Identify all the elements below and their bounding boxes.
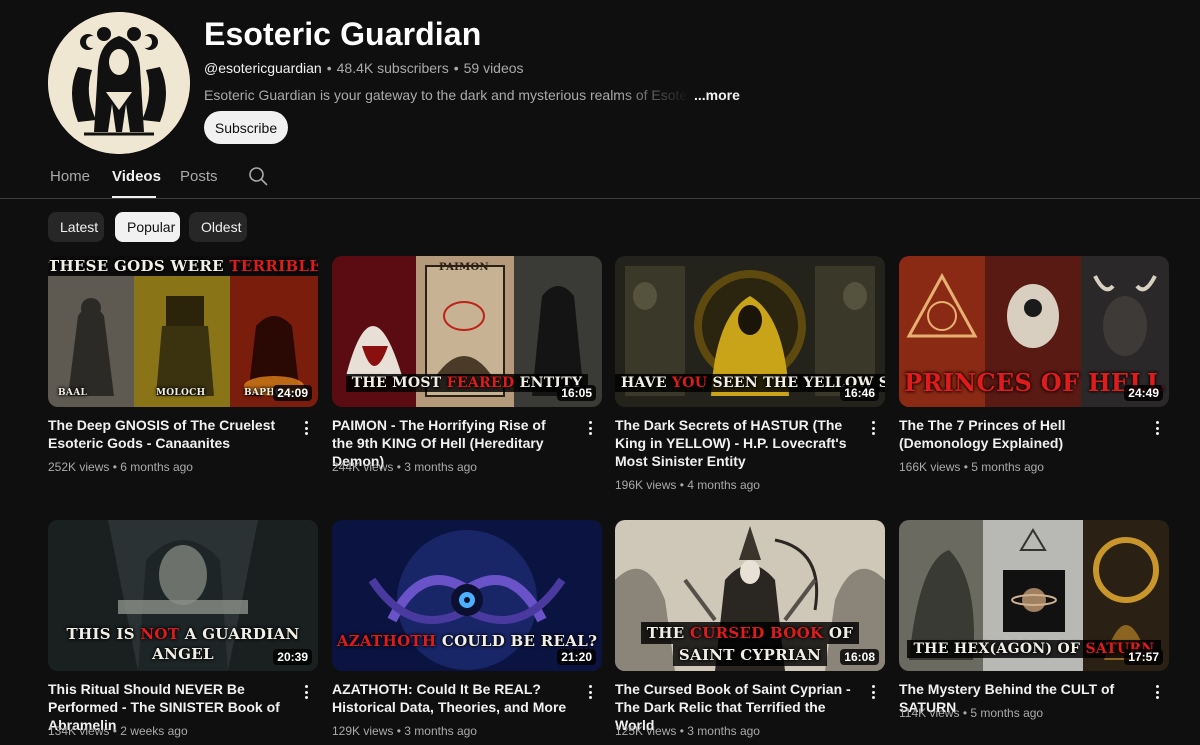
video-card[interactable]: THE CURSED BOOK OF SAINT CYPRIAN 16:08 T… xyxy=(615,520,885,738)
upload-age: 5 months ago xyxy=(970,706,1044,720)
thumbnail-label: BAAL xyxy=(58,388,88,398)
video-thumbnail[interactable]: THE CURSED BOOK OF SAINT CYPRIAN 16:08 xyxy=(615,520,885,671)
more-vert-icon[interactable] xyxy=(865,419,881,437)
more-vert-icon[interactable] xyxy=(1149,419,1165,437)
meta-separator: • xyxy=(396,724,401,738)
video-thumbnail[interactable]: PRINCES OF HELL 24:49 xyxy=(899,256,1169,407)
hooded-figure-logo-icon xyxy=(48,12,190,154)
video-meta: 129K views • 3 months ago xyxy=(332,724,477,738)
tab-videos[interactable]: Videos xyxy=(112,168,161,185)
upload-age: 3 months ago xyxy=(404,724,477,738)
video-duration: 24:09 xyxy=(273,385,312,401)
video-duration: 24:49 xyxy=(1124,385,1163,401)
video-meta: 114K views • 5 months ago xyxy=(899,706,1043,720)
active-tab-indicator xyxy=(112,196,156,198)
more-vert-icon[interactable] xyxy=(582,683,598,701)
channel-avatar xyxy=(48,12,190,154)
meta-separator: • xyxy=(962,706,968,720)
video-title[interactable]: The Dark Secrets of HASTUR (The King in … xyxy=(615,416,851,470)
filter-chip-oldest[interactable]: Oldest xyxy=(189,212,247,242)
video-card[interactable]: PRINCES OF HELL 24:49 The The 7 Princes … xyxy=(899,256,1169,474)
tab-home[interactable]: Home xyxy=(50,168,90,185)
video-title[interactable]: AZATHOTH: Could It Be REAL? Historical D… xyxy=(332,680,568,716)
upload-age: 6 months ago xyxy=(120,460,193,474)
thumbnail-caption: THESE GODS WERE TERRIBLE xyxy=(48,257,318,275)
video-duration: 16:05 xyxy=(557,385,596,401)
filter-chip-latest[interactable]: Latest xyxy=(48,212,104,242)
video-duration: 20:39 xyxy=(273,649,312,665)
channel-description-text: Esoteric Guardian is your gateway to the… xyxy=(204,87,690,103)
video-thumbnail[interactable]: AZATHOTH COULD BE REAL? 21:20 xyxy=(332,520,602,671)
video-meta: 252K views • 6 months ago xyxy=(48,460,193,474)
channel-handle: @esotericguardian xyxy=(204,60,322,76)
video-title[interactable]: The Deep GNOSIS of The Cruelest Esoteric… xyxy=(48,416,284,452)
meta-separator: • xyxy=(112,724,117,738)
video-meta: 166K views • 5 months ago xyxy=(899,460,1044,474)
more-vert-icon[interactable] xyxy=(582,419,598,437)
video-thumbnail[interactable]: THIS IS NOT A GUARDIAN ANGEL 20:39 xyxy=(48,520,318,671)
upload-age: 2 weeks ago xyxy=(120,724,188,738)
video-thumbnail[interactable]: PAIMON THE MOST FEARED ENTITY 16:05 xyxy=(332,256,602,407)
thumbnail-label: PAIMON xyxy=(439,262,489,273)
more-vert-icon[interactable] xyxy=(298,683,314,701)
video-thumbnail[interactable]: THESE GODS WERE TERRIBLE BAAL MOLOCH BAP… xyxy=(48,256,318,407)
view-count: 196K views xyxy=(615,478,677,492)
video-meta: 134K views • 2 weeks ago xyxy=(48,724,188,738)
channel-tabs: Home Videos Posts xyxy=(0,156,1200,199)
video-count: 59 videos xyxy=(463,60,524,76)
upload-age: 3 months ago xyxy=(404,460,477,474)
subscribe-button[interactable]: Subscribe xyxy=(204,111,288,144)
more-vert-icon[interactable] xyxy=(1149,683,1165,701)
video-title[interactable]: The The 7 Princes of Hell (Demonology Ex… xyxy=(899,416,1135,452)
video-duration: 17:57 xyxy=(1124,649,1163,665)
meta-separator: • xyxy=(963,460,968,474)
view-count: 252K views xyxy=(48,460,110,474)
view-count: 134K views xyxy=(48,724,110,738)
video-card[interactable]: PAIMON THE MOST FEARED ENTITY 16:05 PAIM… xyxy=(332,256,602,474)
meta-separator: • xyxy=(679,724,684,738)
more-vert-icon[interactable] xyxy=(865,683,881,701)
meta-separator: • xyxy=(679,478,684,492)
video-duration: 16:46 xyxy=(840,385,879,401)
description-more-link[interactable]: ...more xyxy=(694,87,740,103)
thumbnail-caption: AZATHOTH COULD BE REAL? xyxy=(336,632,598,650)
video-card[interactable]: AZATHOTH COULD BE REAL? 21:20 AZATHOTH: … xyxy=(332,520,602,738)
channel-meta: @esotericguardian • 48.4K subscribers • … xyxy=(204,60,524,76)
meta-separator: • xyxy=(453,60,459,76)
view-count: 125K views xyxy=(615,724,677,738)
more-vert-icon[interactable] xyxy=(298,419,314,437)
video-card[interactable]: THIS IS NOT A GUARDIAN ANGEL 20:39 This … xyxy=(48,520,318,738)
thumbnail-label: MOLOCH xyxy=(156,388,206,398)
video-meta: 244K views • 3 months ago xyxy=(332,460,477,474)
channel-description[interactable]: Esoteric Guardian is your gateway to the… xyxy=(204,87,740,103)
filter-chip-popular[interactable]: Popular xyxy=(115,212,180,242)
channel-name: Esoteric Guardian xyxy=(204,16,482,52)
view-count: 244K views xyxy=(332,460,394,474)
video-card[interactable]: THESE GODS WERE TERRIBLE BAAL MOLOCH BAP… xyxy=(48,256,318,474)
search-icon[interactable] xyxy=(248,166,268,186)
video-card[interactable]: THE HEX(AGON) OF SATURN 17:57 The Myster… xyxy=(899,520,1169,720)
meta-separator: • xyxy=(326,60,332,76)
subscriber-count: 48.4K subscribers xyxy=(336,60,449,76)
video-duration: 21:20 xyxy=(557,649,596,665)
tab-posts[interactable]: Posts xyxy=(180,168,218,185)
upload-age: 3 months ago xyxy=(687,724,760,738)
upload-age: 4 months ago xyxy=(687,478,760,492)
upload-age: 5 months ago xyxy=(971,460,1044,474)
video-meta: 196K views • 4 months ago xyxy=(615,478,760,492)
video-card[interactable]: HAVE YOU SEEN THE YELLOW SIGN? 16:46 The… xyxy=(615,256,885,492)
meta-separator: • xyxy=(112,460,117,474)
meta-separator: • xyxy=(396,460,401,474)
video-thumbnail[interactable]: THE HEX(AGON) OF SATURN 17:57 xyxy=(899,520,1169,671)
view-count: 166K views xyxy=(899,460,961,474)
video-thumbnail[interactable]: HAVE YOU SEEN THE YELLOW SIGN? 16:46 xyxy=(615,256,885,407)
view-count: 129K views xyxy=(332,724,394,738)
view-count: 114K views xyxy=(899,706,960,720)
video-meta: 125K views • 3 months ago xyxy=(615,724,760,738)
video-duration: 16:08 xyxy=(840,649,879,665)
